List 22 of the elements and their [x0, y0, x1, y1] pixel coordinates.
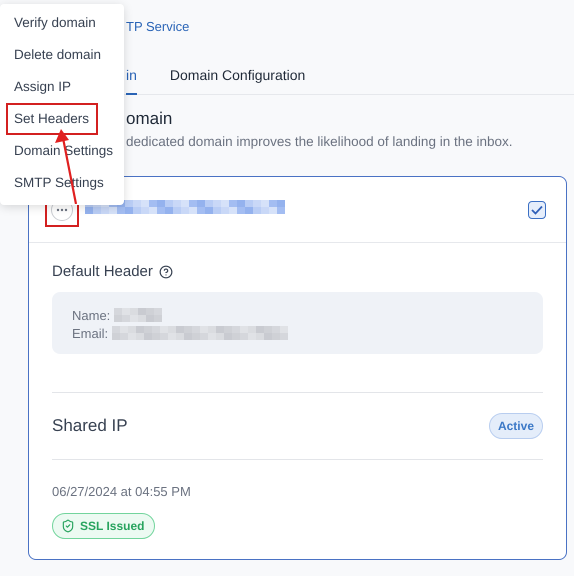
redacted-text — [114, 308, 162, 322]
date-text: 06/27/2024 at 04:55 PM — [52, 484, 192, 499]
section-description: dedicated domain improves the likelihood of landing in the inbox. — [126, 133, 514, 150]
checkbox[interactable] — [528, 200, 546, 218]
help-icon[interactable] — [158, 264, 173, 278]
tab[interactable]: Domain Configuration — [170, 64, 306, 95]
menu-item[interactable]: Delete domain — [6, 39, 110, 71]
section-title: omain — [126, 109, 174, 129]
section-heading: Default Header — [52, 263, 153, 280]
checkmark-icon — [531, 204, 543, 214]
breadcrumb-link[interactable]: TP Service — [126, 19, 190, 35]
field-label: Name: — [72, 308, 110, 322]
ellipsis-icon — [56, 208, 68, 212]
shield-check-icon — [61, 519, 75, 533]
ip-label: Shared IP — [52, 416, 128, 436]
field-label: Email: — [72, 326, 108, 340]
menu-item[interactable]: Set Headers — [6, 103, 98, 135]
ssl-badge: SSL Issued — [52, 513, 156, 539]
status-badge: Active — [488, 413, 543, 439]
menu-item[interactable]: Assign IP — [6, 71, 80, 103]
menu-item[interactable]: Verify domain — [6, 7, 105, 39]
tab[interactable]: in — [126, 64, 137, 95]
